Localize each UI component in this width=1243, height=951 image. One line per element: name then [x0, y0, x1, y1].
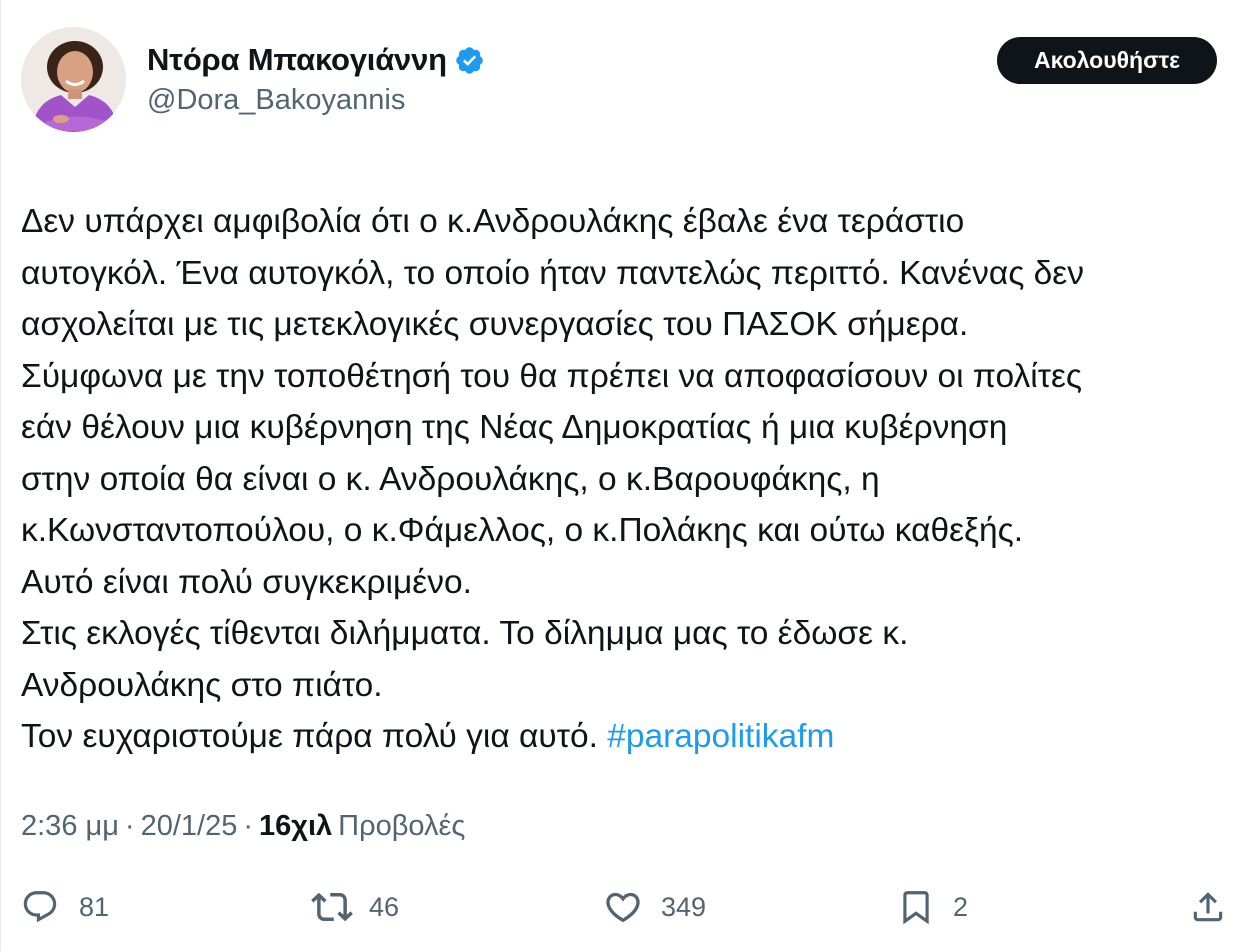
avatar[interactable] — [21, 27, 126, 132]
bookmark-button[interactable]: 2 — [897, 884, 968, 930]
tweet-text-line: Αυτό είναι πολύ συγκεκριμένο. — [21, 563, 472, 601]
tweet-date[interactable]: 20/1/25 — [141, 810, 238, 843]
author-name-row: Ντόρα Μπακογιάννη — [147, 40, 485, 80]
reply-icon — [21, 888, 59, 926]
reply-button[interactable]: 81 — [21, 884, 109, 930]
tweet-text-last-line: Τον ευχαριστούμε πάρα πολύ για αυτό. #pa… — [21, 711, 1231, 763]
repost-icon — [311, 886, 353, 928]
author-display-name[interactable]: Ντόρα Μπακογιάννη — [147, 42, 447, 78]
views-label: Προβολές — [338, 810, 466, 842]
meta-separator: · — [124, 810, 135, 842]
tweet-text-line: Σύμφωνα με την τοποθέτησή του θα πρέπει … — [21, 357, 1083, 395]
share-button[interactable] — [1189, 884, 1227, 930]
bookmark-icon — [897, 887, 935, 927]
tweet-time[interactable]: 2:36 μμ — [21, 810, 119, 843]
reply-count: 81 — [79, 891, 110, 922]
tweet-text: Δεν υπάρχει αμφιβολία ότι ο κ.Ανδρουλάκη… — [21, 196, 1231, 763]
tweet-text-line: στην οποία θα είναι ο κ. Ανδρουλάκης, ο … — [21, 460, 880, 498]
tweet-text-line: κ.Κωνσταντοπούλου, ο κ.Φάμελλος, ο κ.Πολ… — [21, 512, 1024, 549]
like-button[interactable]: 349 — [603, 884, 706, 930]
tweet-actions-bar: 81 46 349 2 — [1, 884, 1243, 930]
tweet-card: Ντόρα Μπακογιάννη @Dora_Bakoyannis Ακολο… — [0, 0, 1243, 951]
repost-count: 46 — [369, 891, 400, 922]
verified-badge-icon — [454, 45, 485, 76]
tweet-text-line: Στις εκλογές τίθενται διλήμματα. Το δίλη… — [21, 615, 909, 652]
meta-separator: · — [243, 810, 254, 842]
hashtag-link[interactable]: #parapolitikafm — [607, 718, 834, 755]
follow-button[interactable]: Ακολουθήστε — [997, 37, 1217, 84]
bookmark-count: 2 — [953, 891, 969, 922]
tweet-meta: 2:36 μμ · 20/1/25 · 16χιλ Προβολές — [21, 810, 465, 843]
tweet-text-line: Ανδρουλάκης στο πιάτο. — [21, 666, 383, 704]
tweet-text-line: αυτογκόλ. Ένα αυτογκόλ, το οποίο ήταν πα… — [21, 254, 1084, 292]
author-handle[interactable]: @Dora_Bakoyannis — [147, 84, 405, 117]
tweet-text-line-content: Τον ευχαριστούμε πάρα πολύ για αυτό. — [21, 718, 608, 755]
like-count: 349 — [661, 891, 707, 922]
tweet-text-line: ασχολείται με τις μετεκλογικές συνεργασί… — [21, 306, 969, 343]
views-count: 16χιλ — [259, 810, 333, 842]
heart-icon — [603, 887, 643, 927]
share-icon — [1189, 887, 1227, 927]
tweet-text-line: εάν θέλουν μια κυβέρνηση της Νέας Δημοκρ… — [21, 409, 1008, 446]
tweet-text-line: Δεν υπάρχει αμφιβολία ότι ο κ.Ανδρουλάκη… — [21, 203, 965, 240]
repost-button[interactable]: 46 — [311, 884, 399, 930]
